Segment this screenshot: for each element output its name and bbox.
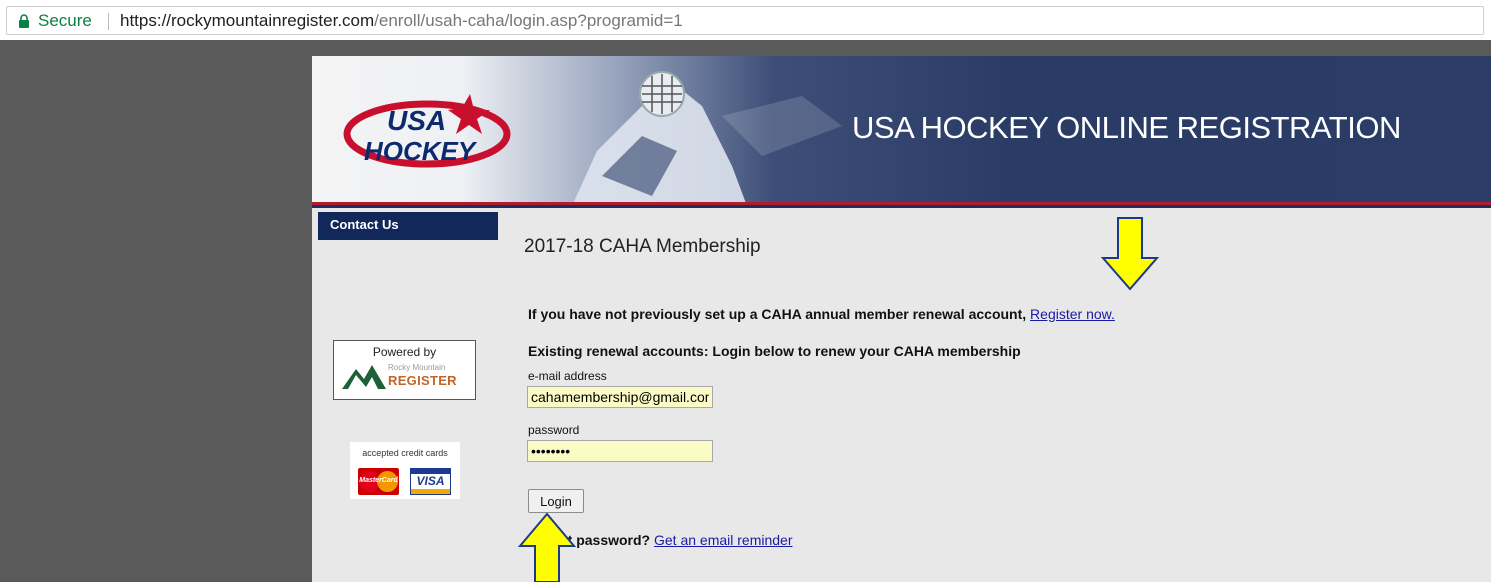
powered-by-badge[interactable]: Powered by Rocky Mountain REGISTER — [333, 340, 476, 400]
contact-us-link[interactable]: Contact Us — [318, 212, 498, 240]
visa-icon: VISA — [410, 468, 451, 495]
password-label: password — [528, 423, 580, 437]
login-button[interactable]: Login — [528, 489, 584, 513]
url-path: /enroll/usah-caha/login.asp?programid=1 — [374, 11, 683, 30]
email-reminder-link[interactable]: Get an email reminder — [654, 532, 793, 548]
existing-accounts-prompt: Existing renewal accounts: Login below t… — [528, 343, 1021, 359]
omnibox-divider — [108, 13, 109, 30]
register-prompt-text: If you have not previously set up a CAHA… — [528, 306, 1031, 322]
banner-blue-stripe — [312, 205, 1491, 208]
page-background: USA HOCKEY USA HOCKEY ONLINE REGISTRATIO… — [0, 40, 1491, 582]
banner-title: USA HOCKEY ONLINE REGISTRATION — [852, 110, 1401, 145]
url-host: https://rockymountainregister.com — [120, 11, 375, 30]
logo-hockey-text: HOCKEY — [364, 136, 478, 166]
down-arrow-annotation-icon — [1100, 217, 1160, 291]
password-field[interactable] — [527, 440, 713, 462]
header-banner: USA HOCKEY USA HOCKEY ONLINE REGISTRATIO… — [312, 56, 1491, 208]
mastercard-icon: MasterCard — [358, 468, 399, 495]
lock-icon — [19, 14, 29, 28]
up-arrow-annotation-icon — [517, 512, 577, 582]
accepted-cards-box: accepted credit cards MasterCard VISA — [350, 442, 460, 499]
goalie-graphic — [572, 71, 842, 206]
accepted-cards-label: accepted credit cards — [362, 448, 448, 458]
mountain-icon — [342, 365, 386, 389]
visa-text: VISA — [416, 474, 445, 488]
rocky-mountain-label: Rocky Mountain — [388, 363, 446, 372]
logo-usa-text: USA — [387, 105, 446, 136]
usa-hockey-logo: USA HOCKEY — [343, 94, 511, 168]
register-prompt: If you have not previously set up a CAHA… — [528, 306, 1115, 322]
powered-by-label: Powered by — [372, 345, 437, 359]
visa-gold-band — [411, 489, 450, 494]
omnibox[interactable]: Secure https://rockymountainregister.com… — [6, 6, 1484, 35]
address-bar: Secure https://rockymountainregister.com… — [0, 0, 1491, 40]
email-field[interactable] — [527, 386, 713, 408]
url-text[interactable]: https://rockymountainregister.com/enroll… — [120, 11, 683, 31]
mastercard-text: MasterCard — [359, 477, 398, 484]
secure-label: Secure — [38, 11, 92, 30]
register-label: REGISTER — [388, 373, 457, 388]
register-now-link[interactable]: Register now. — [1030, 306, 1115, 322]
content-panel: USA HOCKEY USA HOCKEY ONLINE REGISTRATIO… — [312, 56, 1491, 582]
email-label: e-mail address — [528, 369, 607, 383]
page-title: 2017-18 CAHA Membership — [524, 236, 761, 257]
